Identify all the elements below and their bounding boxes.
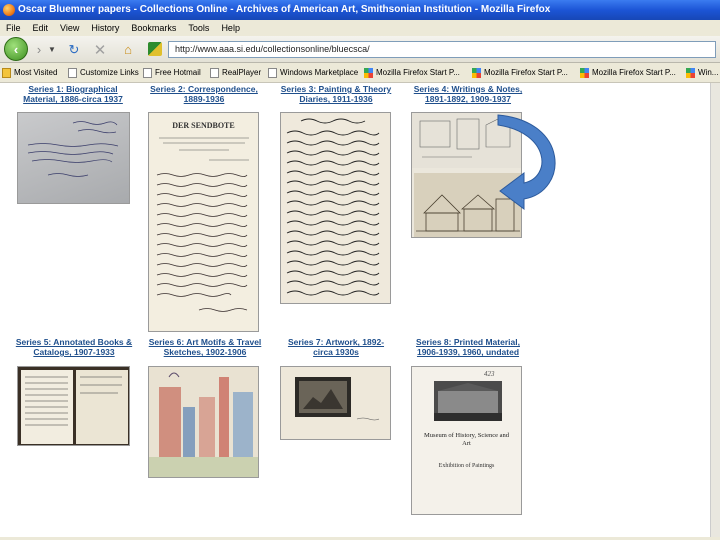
google-icon (472, 68, 481, 78)
back-button[interactable]: ‹ (4, 37, 28, 61)
site-identity-icon[interactable] (148, 42, 162, 56)
menu-edit[interactable]: Edit (27, 20, 55, 36)
catalog-title: Museum of History, Science and Art (424, 432, 509, 447)
bookmark-label: Mozilla Firefox Start P... (484, 68, 568, 77)
bookmark-realplayer[interactable]: RealPlayer (210, 63, 262, 82)
series-8-thumbnail[interactable]: 423 Museum of History, Science and Art E… (411, 366, 522, 515)
bookmark-label: Most Visited (14, 68, 58, 77)
bookmark-win[interactable]: Win... (686, 63, 719, 82)
page-content: Series 1: Biographical Material, 1886-ci… (0, 83, 710, 540)
curved-arrow-icon (497, 114, 556, 210)
bookmark-label: Win... (698, 68, 719, 77)
series-4-link[interactable]: Series 4: Writings & Notes, 1891-1892, 1… (410, 84, 526, 104)
window-title: Oscar Bluemner papers - Collections Onli… (18, 4, 551, 15)
bookmark-firefox-start-1[interactable]: Mozilla Firefox Start P... (364, 63, 460, 82)
bookmark-free-hotmail[interactable]: Free Hotmail (143, 63, 201, 82)
catalog-subtitle: Exhibition of Paintings (438, 463, 495, 469)
google-icon (364, 68, 373, 78)
letter-text-lines (156, 137, 249, 312)
menu-bookmarks[interactable]: Bookmarks (125, 20, 182, 36)
url-bar[interactable]: http://www.aaa.si.edu/collectionsonline/… (168, 41, 716, 58)
color-sketch (149, 367, 258, 477)
svg-text:423: 423 (484, 370, 495, 378)
reload-button[interactable]: ↻ (64, 39, 84, 60)
menu-help[interactable]: Help (215, 20, 246, 36)
bookmark-icon (2, 68, 11, 78)
handwriting-sketch (27, 121, 119, 177)
bookmarks-toolbar: Most Visited Customize Links Free Hotmai… (0, 63, 720, 83)
bookmark-windows-marketplace[interactable]: Windows Marketplace (268, 63, 359, 82)
series-8-link[interactable]: Series 8: Printed Material, 1906-1939, 1… (410, 337, 526, 357)
series-5-thumbnail[interactable] (17, 366, 130, 446)
menu-view[interactable]: View (54, 20, 85, 36)
menu-history[interactable]: History (85, 20, 125, 36)
menu-file[interactable]: File (0, 20, 27, 36)
page-icon (68, 68, 77, 78)
window-titlebar: Oscar Bluemner papers - Collections Onli… (0, 0, 720, 20)
menu-tools[interactable]: Tools (182, 20, 215, 36)
series-3-link[interactable]: Series 3: Painting & Theory Diaries, 191… (280, 84, 392, 104)
stop-button[interactable]: ✕ (90, 39, 110, 60)
bookmark-firefox-start-3[interactable]: Mozilla Firefox Start P... (580, 63, 676, 82)
google-icon (686, 68, 695, 78)
bookmark-label: Customize Links (80, 68, 139, 77)
bookmark-label: Windows Marketplace (280, 68, 359, 77)
etching-print (295, 377, 380, 421)
series-2-thumbnail[interactable]: DER SENDBOTE (148, 112, 259, 332)
history-dropdown-icon[interactable]: ▼ (48, 39, 56, 60)
museum-photo: 423 (434, 370, 502, 421)
open-book (21, 370, 128, 444)
series-7-thumbnail[interactable] (280, 366, 391, 440)
page-icon (268, 68, 277, 78)
series-1-thumbnail[interactable] (17, 112, 130, 204)
series-3-thumbnail[interactable] (280, 112, 391, 304)
forward-button[interactable]: › (30, 39, 48, 60)
bookmark-label: Mozilla Firefox Start P... (592, 68, 676, 77)
firefox-icon (3, 4, 15, 16)
diary-handwriting (286, 118, 380, 296)
navigation-toolbar: ‹ › ▼ ↻ ✕ ⌂ http://www.aaa.si.edu/collec… (0, 36, 720, 63)
page-icon (143, 68, 152, 78)
google-icon (580, 68, 589, 78)
series-2-link[interactable]: Series 2: Correspondence, 1889-1936 (148, 84, 260, 104)
bookmark-label: Free Hotmail (155, 68, 201, 77)
menu-bar: File Edit View History Bookmarks Tools Help (0, 20, 720, 36)
series-1-link[interactable]: Series 1: Biographical Material, 1886-ci… (14, 84, 132, 104)
bookmark-firefox-start-2[interactable]: Mozilla Firefox Start P... (472, 63, 568, 82)
home-button[interactable]: ⌂ (118, 39, 138, 60)
series-5-link[interactable]: Series 5: Annotated Books & Catalogs, 19… (14, 337, 134, 357)
bookmark-label: RealPlayer (222, 68, 262, 77)
page-icon (210, 68, 219, 78)
vertical-scrollbar[interactable] (710, 83, 720, 540)
series-7-link[interactable]: Series 7: Artwork, 1892-circa 1930s (280, 337, 392, 357)
letterhead: DER SENDBOTE (172, 121, 235, 130)
series-6-thumbnail[interactable] (148, 366, 259, 478)
series-6-link[interactable]: Series 6: Art Motifs & Travel Sketches, … (148, 337, 262, 357)
bookmark-label: Mozilla Firefox Start P... (376, 68, 460, 77)
bookmark-most-visited[interactable]: Most Visited (2, 63, 58, 82)
bookmark-customize-links[interactable]: Customize Links (68, 63, 139, 82)
